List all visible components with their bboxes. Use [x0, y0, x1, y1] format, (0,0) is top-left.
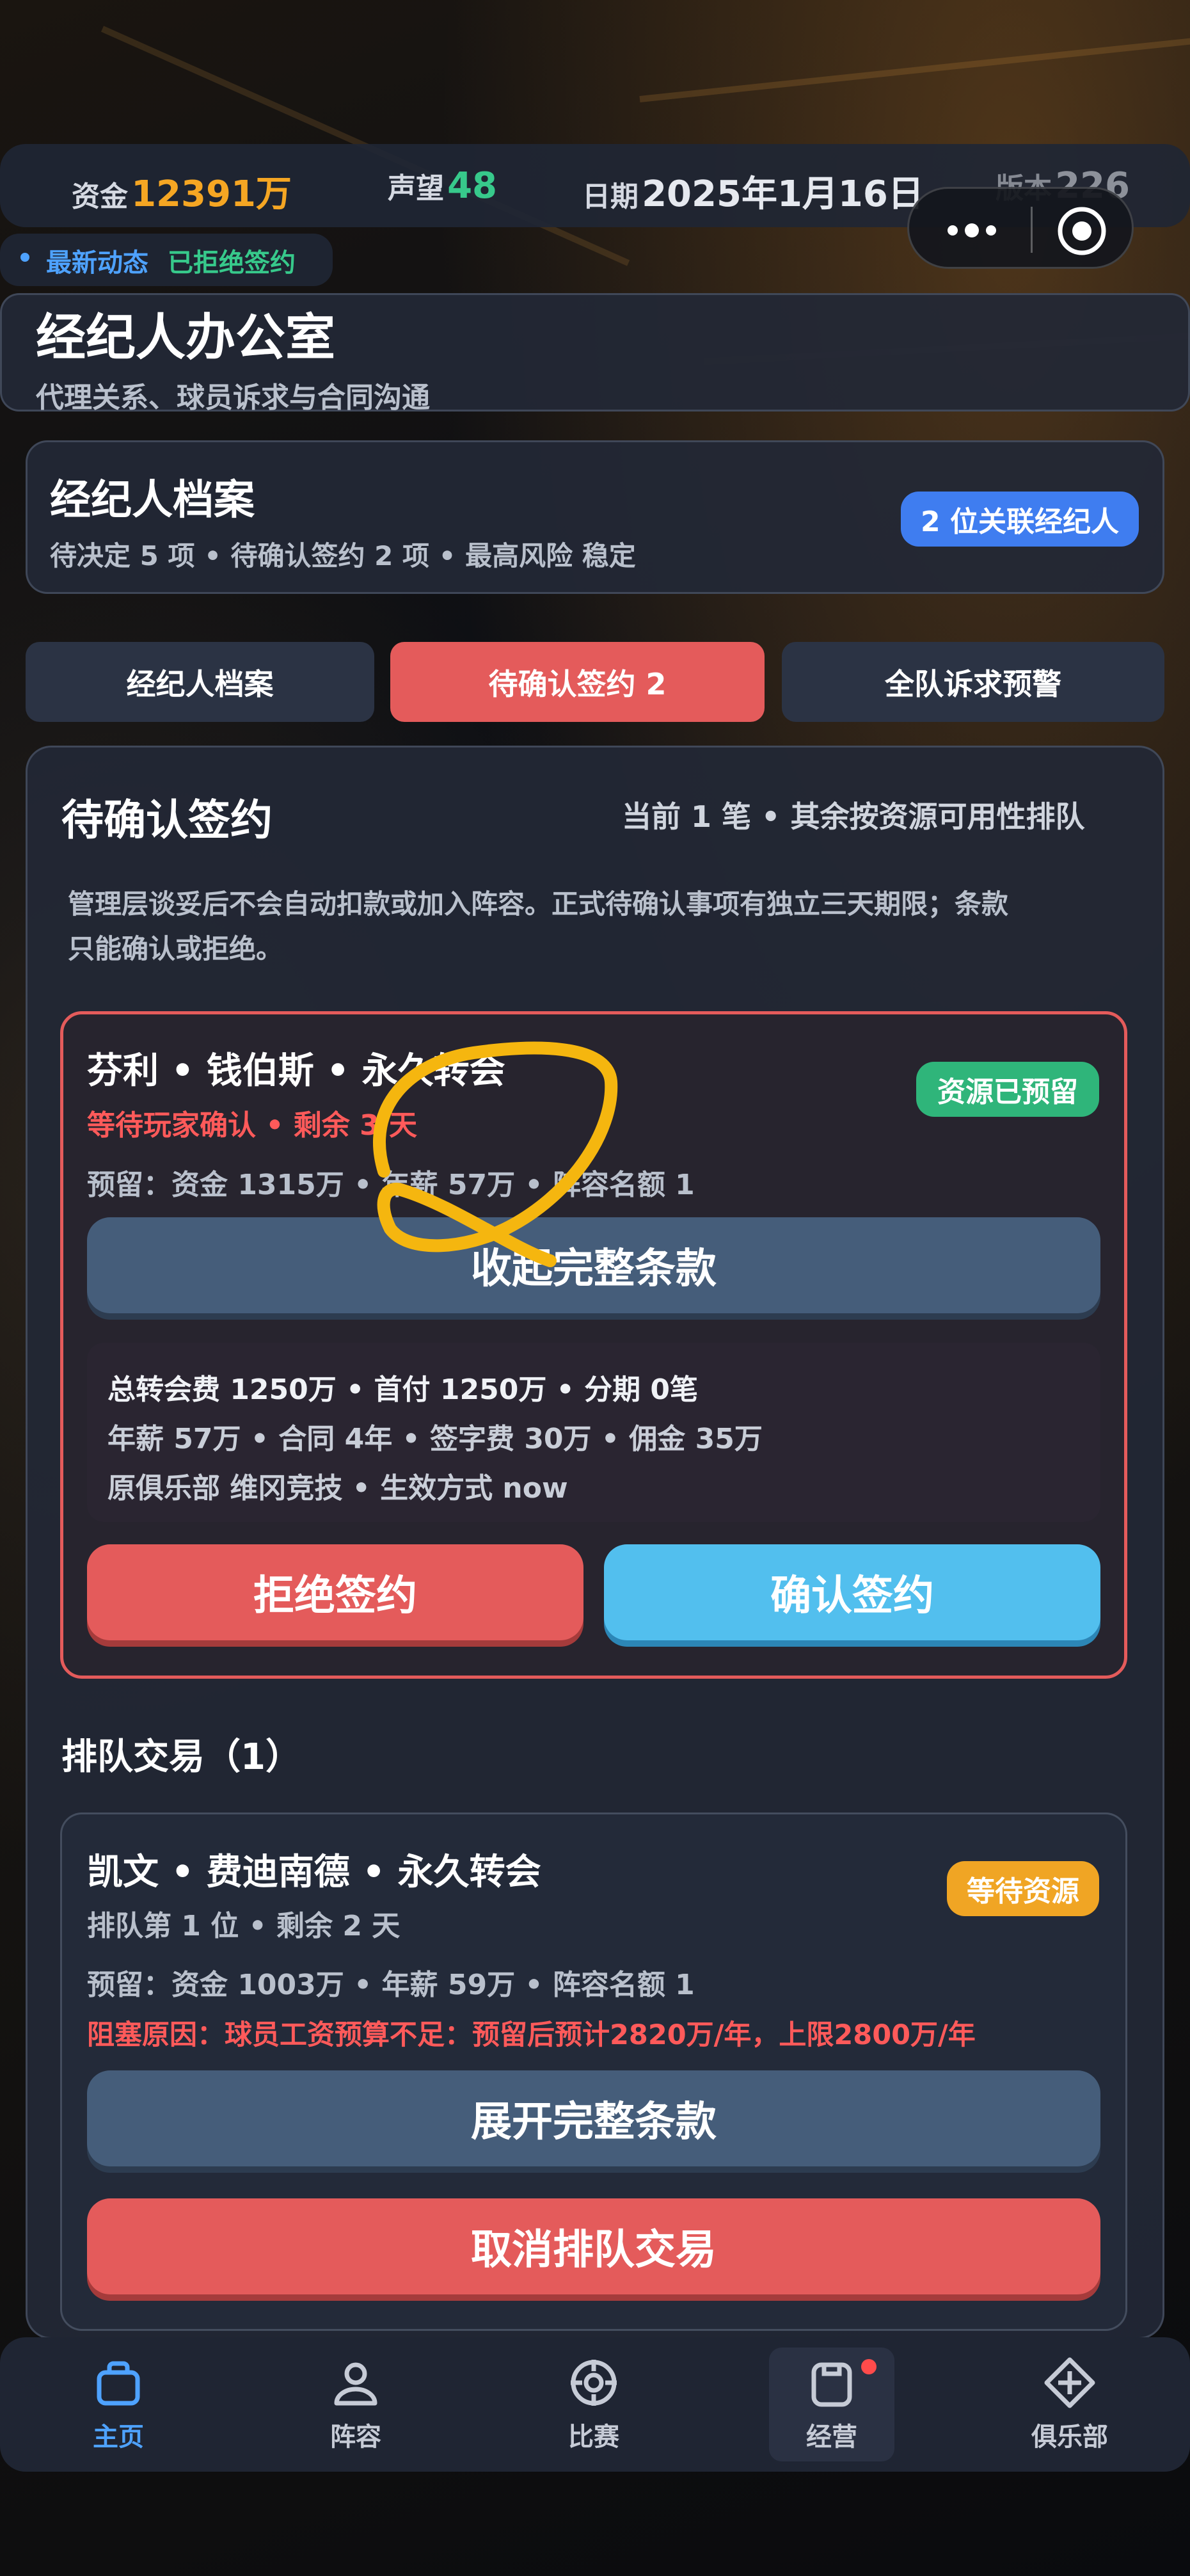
- tab-pending-signings[interactable]: 待确认签约 2: [390, 642, 765, 722]
- reputation-stat: 声望 48: [388, 165, 497, 207]
- pending-desc-line1: 管理层谈妥后不会自动扣款或加入阵容。正式待确认事项有独立三天期限；条款: [68, 888, 1009, 920]
- pending-desc-line2: 只能确认或拒绝。: [68, 933, 283, 964]
- nav-match-label: 比赛: [568, 2422, 619, 2452]
- mini-program-capsule: [907, 187, 1134, 269]
- nav-management[interactable]: 经营: [768, 2337, 896, 2472]
- date-value: 2025年1月16日: [642, 173, 924, 215]
- news-text: 已拒绝签约: [168, 248, 296, 278]
- nav-home-label: 主页: [93, 2422, 144, 2452]
- nav-squad[interactable]: 阵容: [292, 2337, 420, 2472]
- queue-deal-status: 排队第 1 位 • 剩余 2 天: [87, 1910, 401, 1942]
- cancel-queued-deal-button[interactable]: 取消排队交易: [87, 2198, 1100, 2294]
- page-title: 经纪人办公室: [36, 309, 336, 367]
- terms-line-1: 总转会费 1250万 • 首付 1250万 • 分期 0笔: [107, 1373, 699, 1406]
- diamond-plus-icon: [1044, 2357, 1095, 2408]
- funds-label: 资金: [72, 180, 128, 213]
- queue-deal-title: 凯文 • 费迪南德 • 永久转会: [87, 1852, 541, 1893]
- profile-title: 经纪人档案: [50, 477, 255, 524]
- more-icon[interactable]: [940, 202, 1004, 262]
- news-label: 最新动态: [46, 248, 148, 278]
- page-subtitle: 代理关系、球员诉求与合同沟通: [36, 381, 430, 414]
- nav-squad-label: 阵容: [330, 2422, 381, 2452]
- target-icon: [571, 2360, 617, 2406]
- pending-title: 待确认签约: [61, 796, 273, 845]
- clipboard-icon: [811, 2362, 852, 2407]
- queue-blocked-reason: 阻塞原因：球员工资预算不足：预留后预计2820万/年，上限2800万/年: [87, 2019, 976, 2051]
- resource-reserved-badge: 资源已预留: [916, 1062, 1099, 1117]
- terms-line-2: 年薪 57万 • 合同 4年 • 签字费 30万 • 佣金 35万: [107, 1423, 763, 1455]
- date-label: 日期: [582, 180, 639, 213]
- notification-dot: [861, 2359, 877, 2374]
- awaiting-resources-badge: 等待资源: [947, 1861, 1099, 1916]
- funds-value: 12391万: [131, 173, 292, 215]
- reject-signing-button[interactable]: 拒绝签约: [87, 1544, 583, 1640]
- news-dot-icon: [20, 253, 29, 262]
- queue-title: 排队交易（1）: [61, 1736, 301, 1778]
- date-stat: 日期 2025年1月16日: [582, 165, 924, 217]
- confirm-signing-button[interactable]: 确认签约: [604, 1544, 1100, 1640]
- nav-home[interactable]: 主页: [54, 2337, 182, 2472]
- annotation-scribble: [373, 1041, 618, 1267]
- linked-agents-badge[interactable]: 2 位关联经纪人: [901, 492, 1139, 547]
- tab-team-alerts[interactable]: 全队诉求预警: [782, 642, 1164, 722]
- pending-description: 管理层谈妥后不会自动扣款或加入阵容。正式待确认事项有独立三天期限；条款 只能确认…: [68, 882, 1143, 972]
- profile-summary: 待决定 5 项 • 待确认签约 2 项 • 最高风险 稳定: [50, 540, 636, 572]
- reputation-value: 48: [447, 165, 498, 207]
- reputation-label: 声望: [388, 172, 444, 205]
- tab-agent-profile[interactable]: 经纪人档案: [26, 642, 374, 722]
- user-icon: [334, 2362, 377, 2406]
- terms-line-3: 原俱乐部 维冈竞技 • 生效方式 now: [107, 1472, 568, 1505]
- queue-deal-reserve: 预留：资金 1003万 • 年薪 59万 • 阵容名额 1: [87, 1969, 695, 2001]
- pending-meta: 当前 1 笔 • 其余按资源可用性排队: [622, 799, 1085, 834]
- close-miniprogram-icon[interactable]: [1055, 204, 1109, 260]
- nav-match[interactable]: 比赛: [530, 2337, 658, 2472]
- nav-club-label: 俱乐部: [1031, 2422, 1108, 2452]
- funds-stat: 资金 12391万: [72, 165, 292, 217]
- home-icon: [97, 2361, 140, 2406]
- nav-club[interactable]: 俱乐部: [1006, 2337, 1134, 2472]
- expand-terms-button[interactable]: 展开完整条款: [87, 2070, 1100, 2166]
- nav-management-label: 经营: [806, 2422, 857, 2452]
